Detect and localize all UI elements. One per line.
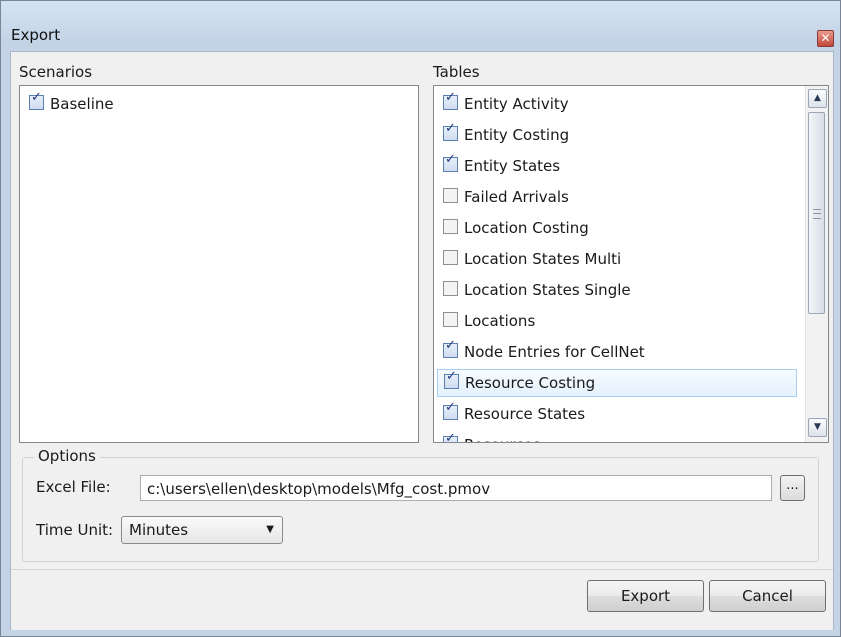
tables-item-label: Location States Multi [464,250,622,268]
checkbox[interactable] [443,90,458,110]
time-unit-value: Minutes [129,521,189,539]
checkbox[interactable] [443,400,458,420]
time-unit-select[interactable]: Minutes ▼ [121,516,283,544]
export-button[interactable]: Export [587,580,704,612]
checkbox[interactable] [443,312,458,327]
tables-item-label: Locations [464,312,536,330]
tables-item[interactable]: Location Costing [443,214,589,242]
checkbox[interactable] [443,219,458,234]
options-label: Options [34,447,100,465]
tables-item[interactable]: Location States Single [443,276,631,304]
tables-item-label: Entity States [464,157,561,175]
tables-item-label: Entity Activity [464,95,569,113]
checkbox[interactable] [443,281,458,296]
checkbox[interactable] [443,250,458,265]
tables-item-label: Location Costing [464,219,589,237]
close-icon[interactable]: ✕ [817,30,834,47]
title-bar[interactable]: Export ✕ [1,1,840,47]
checkbox[interactable] [444,369,459,389]
chevron-down-icon: ▼ [266,524,274,535]
tables-item-label: Location States Single [464,281,631,299]
browse-button[interactable]: ... [780,475,805,501]
tables-item[interactable]: Resource Costing [437,369,797,397]
tables-item-label: Resource Costing [465,374,596,392]
time-unit-label: Time Unit: [36,521,114,539]
tables-item-label: Resources [464,436,541,442]
tables-item-label: Resource States [464,405,586,423]
tables-label: Tables [433,63,480,81]
excel-file-label: Excel File: [36,478,111,496]
tables-item[interactable]: Node Entries for CellNet [443,338,645,366]
tables-item[interactable]: Failed Arrivals [443,183,569,211]
checkbox[interactable] [443,152,458,172]
tables-item[interactable]: Resources [443,431,541,442]
tables-item[interactable]: Entity States [443,152,560,180]
checkbox[interactable] [443,188,458,203]
tables-item[interactable]: Location States Multi [443,245,621,273]
grip-icon [813,209,821,219]
tables-scrollbar[interactable]: ▲ ▼ [805,86,828,442]
checkbox[interactable] [443,431,458,442]
button-bar: Export Cancel [11,569,833,630]
scenarios-item-label: Baseline [50,95,114,113]
cancel-button[interactable]: Cancel [709,580,826,612]
checkbox[interactable] [443,338,458,358]
tables-item[interactable]: Entity Activity [443,90,569,118]
tables-item-label: Entity Costing [464,126,570,144]
tables-list[interactable]: Entity Activity Entity Costing Entity Stat… [433,85,829,443]
options-group: Options Excel File: c:\users\ellen\deskt… [22,447,819,562]
scroll-down-icon[interactable]: ▼ [808,418,827,437]
tables-item[interactable]: Resource States [443,400,585,428]
excel-file-input[interactable]: c:\users\ellen\desktop\models\Mfg_cost.p… [140,475,772,501]
scenarios-item[interactable]: Baseline [29,90,114,118]
scroll-up-icon[interactable]: ▲ [808,89,827,108]
checkbox[interactable] [443,121,458,141]
scenarios-label: Scenarios [19,63,93,81]
tables-item-label: Failed Arrivals [464,188,569,206]
tables-item[interactable]: Locations [443,307,535,335]
checkbox[interactable] [29,90,44,110]
dialog-title: Export [11,26,61,44]
scenarios-list[interactable]: Baseline [19,85,419,443]
tables-item[interactable]: Entity Costing [443,121,569,149]
dialog-body: Scenarios Baseline Tables Entity Activit… [10,51,834,630]
tables-item-label: Node Entries for CellNet [464,343,645,361]
scroll-thumb[interactable] [808,112,825,314]
export-dialog: Export ✕ Scenarios Baseline Tables Entit… [0,0,841,637]
